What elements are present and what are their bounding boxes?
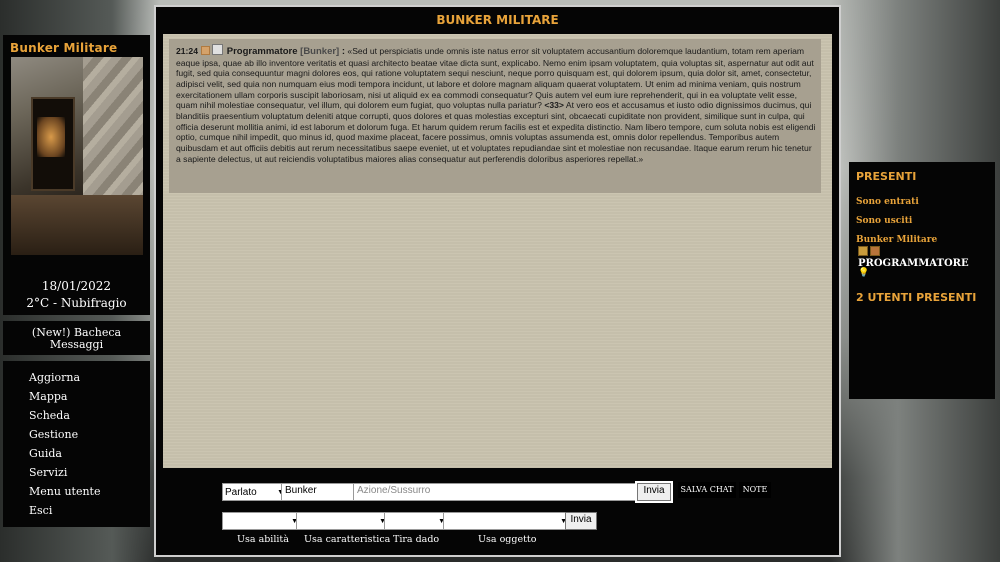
chat-log[interactable]: 21:24 Programmatore [Bunker] : «Sed ut p… [163,34,832,468]
ability-select[interactable]: ▼ [222,512,301,530]
menu-item-esci[interactable]: Esci [29,504,52,517]
message-highlight: <33> [544,100,564,111]
messages-label: Messaggi [49,338,104,351]
menu-item-servizi[interactable]: Servizi [29,466,67,479]
message-time: 21:24 [176,46,198,56]
chat-panel: BUNKER MILITARE 21:24 Programmatore [Bun… [154,5,841,557]
avatar-icon [870,246,880,256]
message-author[interactable]: Programmatore [Bunker] : [227,46,345,57]
chat-message: 21:24 Programmatore [Bunker] : «Sed ut p… [169,39,821,193]
characteristic-label: Usa caratteristica [304,534,391,545]
location-image [11,57,143,255]
exited-link[interactable]: Sono usciti [856,216,912,226]
ability-label: Usa abilità [237,534,289,545]
save-chat-button[interactable]: SALVA CHAT [678,482,736,498]
board-link[interactable]: (New!) Bacheca Messaggi [3,321,150,355]
present-user[interactable]: PROGRAMMATORE 💡 [858,246,995,278]
location-title: Bunker Militare [10,41,118,55]
badge-icon [858,246,868,256]
lightbulb-icon: 💡 [858,268,870,278]
menu-item-mappa[interactable]: Mappa [29,390,67,403]
characteristic-select[interactable]: ▼ [296,512,389,530]
present-panel: PRESENTI Sono entrati Sono usciti Bunker… [849,162,995,399]
action-input[interactable]: Azione/Sussurro [353,483,645,501]
object-label: Usa oggetto [478,534,537,545]
menu-item-aggiorna[interactable]: Aggiorna [29,371,80,384]
chat-title: BUNKER MILITARE [436,13,559,27]
present-location: Bunker Militare [856,235,938,245]
menu-item-gestione[interactable]: Gestione [29,428,78,441]
dice-label: Tira dado [393,534,440,545]
message-location: [Bunker] [300,46,340,57]
main-menu: Aggiorna Mappa Scheda Gestione Guida Ser… [3,361,150,527]
object-select[interactable]: ▼ [443,512,570,530]
send-button[interactable]: Invia [635,481,673,503]
present-count: 2 UTENTI PRESENTI [856,291,977,304]
book-icon [201,46,211,55]
message-type-select[interactable]: Parlato▼ [222,483,287,501]
location-panel: Bunker Militare 18/01/2022 2°C - Nubifra… [3,35,150,315]
tag-input[interactable]: Bunker [281,483,361,501]
notes-button[interactable]: NOTE [739,482,771,498]
present-title: PRESENTI [856,170,917,183]
entered-link[interactable]: Sono entrati [856,197,919,207]
send-action-button[interactable]: Invia [565,512,597,530]
menu-item-guida[interactable]: Guida [29,447,62,460]
signpost-icon [212,44,224,55]
dice-select[interactable]: ▼ [384,512,448,530]
date-text: 18/01/2022 [41,279,112,293]
menu-item-scheda[interactable]: Scheda [29,409,70,422]
menu-item-menu-utente[interactable]: Menu utente [29,485,100,498]
weather-text: 2°C - Nubifragio [26,296,127,310]
